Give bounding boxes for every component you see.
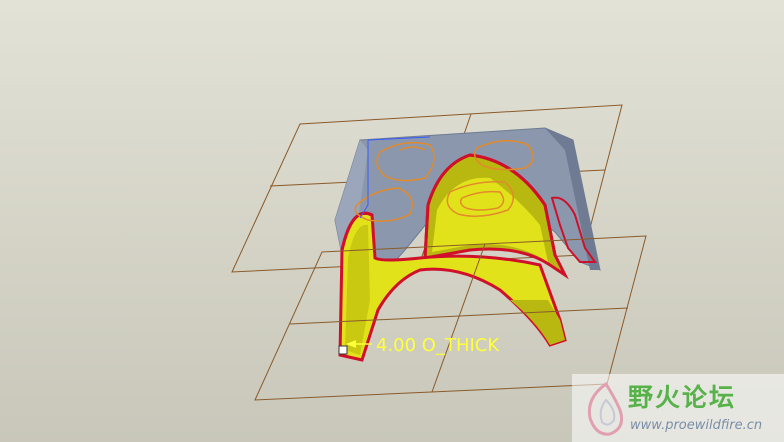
flame-logo-icon (587, 381, 624, 436)
dimension-handle[interactable] (338, 345, 348, 355)
watermark-url: www.proewildfire.cn (630, 418, 763, 433)
graphics-viewport[interactable]: 4.00 O_THICK 野火论坛 www.proewildfire.cn (0, 0, 784, 442)
watermark: 野火论坛 www.proewildfire.cn (572, 374, 784, 442)
watermark-title: 野火论坛 (628, 383, 737, 412)
dimension-label[interactable]: 4.00 O_THICK (376, 335, 500, 356)
